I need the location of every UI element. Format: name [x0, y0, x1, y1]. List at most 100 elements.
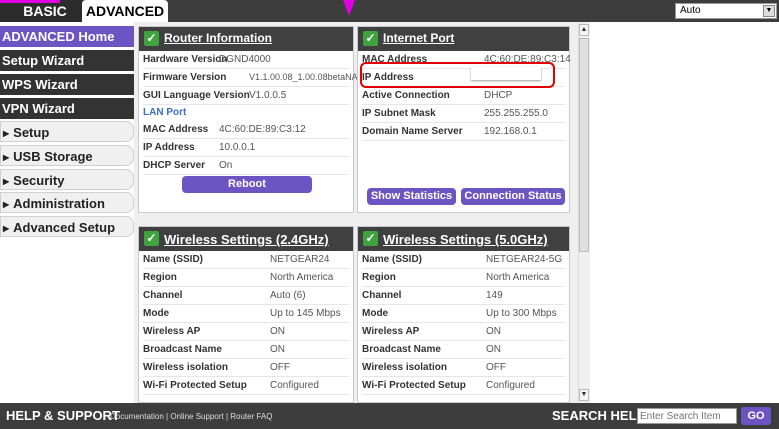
nav-advanced-setup[interactable]: ▶ Advanced Setup: [0, 216, 134, 237]
language-value: Auto: [680, 5, 701, 16]
row-value: Configured: [486, 380, 535, 391]
online-support-link[interactable]: Online Support: [170, 412, 223, 421]
wireless-50-row: Channel 149: [362, 287, 565, 305]
row-value: ON: [270, 326, 285, 337]
row-value: NETGEAR24-5G: [486, 254, 563, 265]
row-label: GUI Language Version: [143, 90, 250, 101]
row-value: Auto (6): [270, 290, 306, 301]
row-value: OFF: [270, 362, 290, 373]
internet-row: Active Connection DHCP: [362, 87, 565, 105]
help-support-title: HELP & SUPPORT: [6, 408, 120, 423]
triangle-right-icon: ▶: [3, 129, 10, 138]
nav-security[interactable]: ▶ Security: [0, 169, 134, 190]
nav-setup-wizard[interactable]: Setup Wizard: [0, 50, 134, 71]
tab-basic[interactable]: BASIC: [0, 0, 82, 22]
triangle-right-icon: ▶: [3, 200, 10, 209]
row-value: ON: [486, 326, 501, 337]
search-input[interactable]: [637, 408, 737, 424]
wireless-50-title[interactable]: Wireless Settings (5.0GHz): [383, 232, 548, 247]
row-label: Broadcast Name: [362, 344, 441, 355]
wireless-50-row: Wireless isolation OFF: [362, 359, 565, 377]
lan-row: MAC Address 4C:60:DE:89:C3:12: [143, 121, 349, 139]
router-info-panel: ✓ Router Information Hardware Version DGN…: [138, 26, 358, 213]
row-label: Channel: [362, 290, 402, 301]
row-value: V1.1.00.08_1.00.08betaNA: [249, 72, 358, 82]
row-value: 149: [486, 290, 503, 301]
wireless-24-row: Wi-Fi Protected Setup Configured: [143, 377, 349, 395]
row-label: Mode: [362, 308, 389, 319]
nav-vpn-wizard[interactable]: VPN Wizard: [0, 98, 134, 119]
row-label: MAC Address: [143, 124, 209, 135]
go-button[interactable]: GO: [741, 407, 771, 425]
row-label: Region: [143, 272, 177, 283]
row-label: Wi-Fi Protected Setup: [362, 380, 466, 391]
lan-port-heading: LAN Port: [143, 107, 187, 118]
check-icon: ✓: [363, 231, 378, 246]
wireless-24-row: Mode Up to 145 Mbps: [143, 305, 349, 323]
nav-administration[interactable]: ▶ Administration: [0, 192, 134, 213]
wireless-24-row: Wireless AP ON: [143, 323, 349, 341]
wireless-50-row: Mode Up to 300 Mbps: [362, 305, 565, 323]
wireless-50-row: Wi-Fi Protected Setup Configured: [362, 377, 565, 395]
tab-advanced[interactable]: ADVANCED: [82, 0, 168, 22]
row-label: Hardware Version: [143, 54, 228, 65]
search-help-label: SEARCH HELP: [552, 408, 646, 423]
router-info-row: Hardware Version DGND4000: [143, 51, 349, 69]
router-info-title[interactable]: Router Information: [164, 31, 272, 45]
row-label: Wireless isolation: [362, 362, 447, 373]
show-statistics-button[interactable]: Show Statistics: [367, 188, 456, 205]
row-value: North America: [270, 272, 334, 283]
check-icon: ✓: [144, 231, 159, 246]
row-value: Up to 300 Mbps: [486, 308, 557, 319]
row-value: DGND4000: [219, 54, 271, 65]
wireless-24-row: Channel Auto (6): [143, 287, 349, 305]
internet-row: IP Subnet Mask 255.255.255.0: [362, 105, 565, 123]
wireless-50-row: Region North America: [362, 269, 565, 287]
nav-advanced-home[interactable]: ADVANCED Home: [0, 26, 134, 47]
router-info-header: ✓ Router Information: [139, 27, 353, 51]
row-value: DHCP: [484, 90, 513, 101]
nav-usb-storage-label: USB Storage: [13, 149, 93, 164]
nav-wps-wizard[interactable]: WPS Wizard: [0, 74, 134, 95]
chevron-down-icon: ▼: [763, 5, 775, 17]
wireless-24-title[interactable]: Wireless Settings (2.4GHz): [164, 232, 329, 247]
row-label: Region: [362, 272, 396, 283]
scrollbar-thumb[interactable]: [579, 38, 589, 252]
row-value: Configured: [270, 380, 319, 391]
scroll-down-icon[interactable]: ▼: [579, 389, 589, 401]
router-info-row: GUI Language Version V1.0.0.5: [143, 87, 349, 105]
wireless-50-header: ✓ Wireless Settings (5.0GHz): [358, 227, 569, 251]
internet-port-title[interactable]: Internet Port: [383, 31, 454, 45]
row-value: NETGEAR24: [270, 254, 330, 265]
row-value: On: [219, 160, 233, 171]
row-value: ON: [270, 344, 285, 355]
language-select[interactable]: Auto ▼: [675, 3, 777, 19]
row-label: Firmware Version: [143, 72, 227, 83]
row-label: Domain Name Server: [362, 126, 463, 137]
row-value: 192.168.0.1: [484, 126, 537, 137]
internet-port-header: ✓ Internet Port: [358, 27, 569, 51]
help-links: Documentation | Online Support | Router …: [110, 412, 273, 421]
row-value: V1.0.0.5: [249, 90, 287, 101]
row-value: ON: [486, 344, 501, 355]
highlight-marker: [0, 0, 60, 3]
router-faq-link[interactable]: Router FAQ: [230, 412, 272, 421]
row-label: Wi-Fi Protected Setup: [143, 380, 247, 391]
wireless-24-row: Name (SSID) NETGEAR24: [143, 251, 349, 269]
wireless-50-row: Broadcast Name ON: [362, 341, 565, 359]
reboot-button[interactable]: Reboot: [182, 176, 312, 193]
scroll-up-icon[interactable]: ▲: [579, 24, 589, 36]
ip-highlight-box: [360, 62, 555, 88]
check-icon: ✓: [144, 31, 159, 46]
wireless-50-row: Name (SSID) NETGEAR24-5G: [362, 251, 565, 269]
nav-setup-label: Setup: [13, 125, 50, 140]
nav-usb-storage[interactable]: ▶ USB Storage: [0, 145, 134, 166]
nav-setup[interactable]: ▶ Setup: [0, 121, 134, 142]
row-label: Channel: [143, 290, 183, 301]
row-value: North America: [486, 272, 550, 283]
connection-status-button[interactable]: Connection Status: [461, 188, 565, 205]
row-value: OFF: [486, 362, 506, 373]
triangle-right-icon: ▶: [3, 177, 10, 186]
documentation-link[interactable]: Documentation: [110, 412, 164, 421]
nav-administration-label: Administration: [13, 196, 105, 211]
